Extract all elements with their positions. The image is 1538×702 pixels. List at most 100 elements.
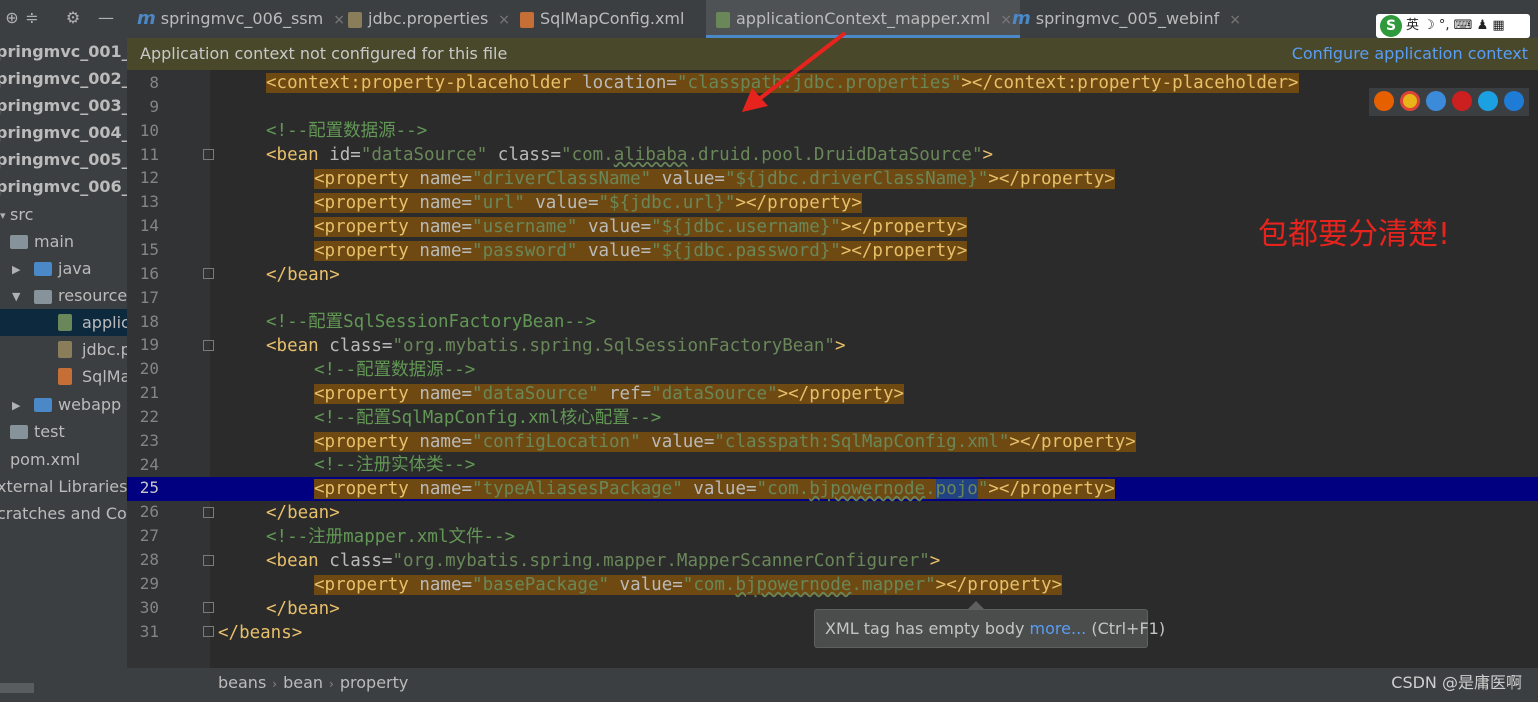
tree-item-pom[interactable]: pom.xml [10,446,80,473]
tooltip-text: XML tag has empty body more... (Ctrl+F1) [825,610,1165,647]
line-number: 9 [149,96,159,116]
configure-context-link[interactable]: Configure application context [1292,38,1528,70]
xml-tag: ></property> [777,384,905,404]
tree-item-java[interactable]: java [58,255,92,282]
tab-springmvc-006-ssm[interactable]: m springmvc_006_ssm × [137,0,345,38]
tree-item-scratches[interactable]: cratches and Cons [0,500,127,527]
xml-tag: ></property> [988,169,1115,189]
line-number: 29 [139,573,159,593]
tooltip-more-link[interactable]: more... [1030,619,1087,638]
close-icon[interactable]: × [1229,12,1241,28]
code-line-28[interactable]: <bean class="org.mybatis.spring.mapper.M… [266,549,940,573]
tree-item-main[interactable]: main [34,228,74,255]
safari-icon[interactable] [1426,91,1446,111]
code-line-30[interactable]: </bean> [266,597,340,621]
tree-item-webapp[interactable]: webapp [58,391,121,418]
xml-tag: ></property> [988,479,1115,499]
line-number: 28 [139,550,159,569]
close-icon[interactable]: × [1000,12,1012,28]
close-icon[interactable]: × [498,12,510,28]
collapse-arrow-icon[interactable]: ▼ [12,290,20,303]
expand-arrow-icon[interactable]: ▶ [12,399,20,412]
xml-value: "${jdbc.username}" [651,217,841,237]
sidebar-scrollbar[interactable] [0,683,34,693]
breadcrumb-item-bean[interactable]: bean [283,673,323,692]
tree-item-project-002[interactable]: pringmvc_002_da [0,65,127,92]
fold-marker-icon[interactable] [203,626,214,637]
properties-file-icon [58,341,72,358]
expand-arrow-icon[interactable]: ▶ [12,263,20,276]
code-line-20[interactable]: <!--配置数据源--> [314,358,475,382]
xml-attr: value= [682,479,757,499]
opera-icon[interactable] [1452,91,1472,111]
tree-item-project-005[interactable]: pringmvc_005_we [0,146,127,173]
code-line-22[interactable]: <!--配置SqlMapConfig.xml核心配置--> [314,406,661,430]
tab-sqlmapconfig[interactable]: SqlMapConfig.xml [520,0,684,38]
tree-item-external-libraries[interactable]: xternal Libraries [0,473,127,500]
code-line-15[interactable]: <property name="password" value="${jdbc.… [314,239,968,263]
breadcrumb-item-property[interactable]: property [340,673,409,692]
notification-text: Application context not configured for t… [140,44,508,63]
tree-item-resources[interactable]: resources [58,282,127,309]
sync-icon[interactable]: ⊕ [2,8,22,28]
tab-springmvc-005-webinf[interactable]: m springmvc_005_webinf × [1012,0,1241,38]
ie-icon[interactable] [1478,91,1498,111]
fold-marker-icon[interactable] [203,149,214,160]
annotation-text: 包都要分清楚! [1258,217,1451,252]
tree-item-project-001[interactable]: pringmvc_001_de [0,38,127,65]
code-line-23[interactable]: <property name="configLocation" value="c… [314,430,1136,454]
xml-tag: <bean [266,551,330,571]
fold-marker-icon[interactable] [203,507,214,518]
code-line-26[interactable]: </bean> [266,501,340,525]
code-line-19[interactable]: <bean class="org.mybatis.spring.SqlSessi… [266,334,846,358]
code-line-29[interactable]: <property name="basePackage" value="com.… [314,573,1063,597]
edge-icon[interactable] [1504,91,1524,111]
code-line-21[interactable]: <property name="dataSource" ref="dataSou… [314,382,905,406]
line-number: 19 [139,335,159,355]
chrome-icon[interactable] [1400,91,1420,111]
xml-value: "${jdbc.password}" [651,241,841,261]
selected-text: pojo [935,479,978,499]
close-icon[interactable]: × [333,12,345,28]
code-line-18[interactable]: <!--配置SqlSessionFactoryBean--> [266,310,596,334]
code-line-14[interactable]: <property name="username" value="${jdbc.… [314,215,968,239]
code-line-31[interactable]: </beans> [218,621,302,645]
ime-toolbar[interactable]: S 英 ☽ °, ⌨ ♟ ▦ [1376,14,1530,38]
code-line-12[interactable]: <property name="driverClassName" value="… [314,167,1115,191]
code-line-13[interactable]: <property name="url" value="${jdbc.url}"… [314,191,862,215]
xml-attr: name= [419,241,473,261]
annotation-arrow-icon [742,31,847,112]
watermark: CSDN @是庸医啊 [1391,673,1522,692]
tree-item-jdbc-properties[interactable]: jdbc.p [82,336,127,363]
tab-jdbc-properties[interactable]: jdbc.properties × [348,0,510,38]
code-line-25[interactable]: <property name="typeAliasesPackage" valu… [314,477,1115,501]
code-line-16[interactable]: </bean> [266,263,340,287]
code-line-27[interactable]: <!--注册mapper.xml文件--> [266,525,515,549]
xml-tag: </bean> [266,265,340,285]
tree-item-sqlmapconfig[interactable]: SqlMa [82,363,127,390]
tree-item-src[interactable]: src [10,201,33,228]
fold-marker-icon[interactable] [203,340,214,351]
xml-tag: <property [314,432,420,452]
line-number: 10 [139,120,159,140]
tree-item-test[interactable]: test [34,418,65,445]
tree-item-project-004[interactable]: pringmvc_004_jur [0,119,127,146]
fold-marker-icon[interactable] [203,602,214,613]
tree-item-applicationcontext-selected[interactable]: applic [0,309,127,336]
code-line-10[interactable]: <!--配置数据源--> [266,119,427,143]
collapse-arrow-icon[interactable]: ▾ [0,209,6,222]
line-number: 13 [139,192,159,212]
code-line-11[interactable]: <bean id="dataSource" class="com.alibaba… [266,143,993,167]
firefox-icon[interactable] [1374,91,1394,111]
hide-icon[interactable]: — [96,8,116,28]
xml-tag: <property [314,241,420,261]
gear-icon[interactable]: ⚙ [63,8,83,28]
tree-item-project-006[interactable]: pringmvc_006_ssi [0,173,127,200]
code-line-24[interactable]: <!--注册实体类--> [314,453,475,477]
xml-tag: </bean> [266,599,340,619]
breadcrumb-item-beans[interactable]: beans [218,673,266,692]
tree-item-project-003[interactable]: pringmvc_003_aja [0,92,127,119]
fold-marker-icon[interactable] [203,268,214,279]
collapse-all-icon[interactable]: ≑ [22,8,42,28]
fold-marker-icon[interactable] [203,555,214,566]
